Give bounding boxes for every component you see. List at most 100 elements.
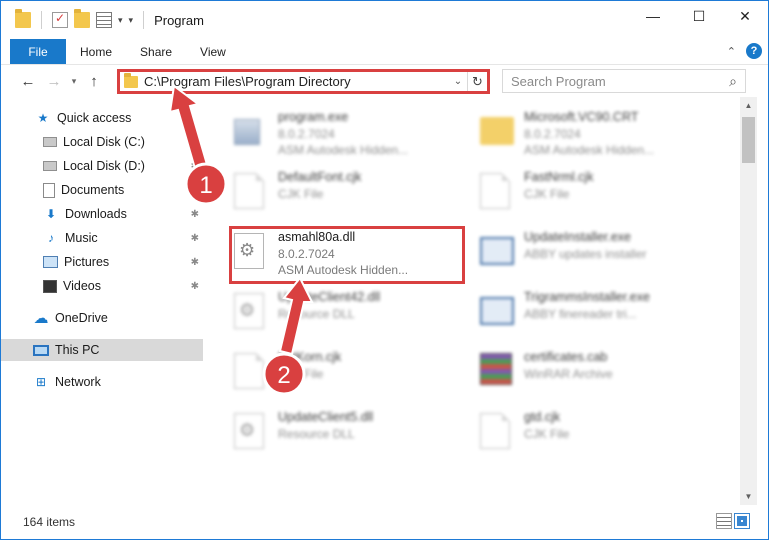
- file-item[interactable]: TrigrammsInstaller.exe ABBY finereader t…: [480, 287, 720, 343]
- file-item[interactable]: UpdateClient5.dll Resource DLL: [234, 407, 474, 463]
- details-view-icon[interactable]: [716, 513, 732, 529]
- pin-icon: ✱: [190, 184, 199, 196]
- file-item[interactable]: certificates.cab WinRAR Archive: [480, 347, 720, 403]
- file-type: Resource DLL: [278, 307, 355, 321]
- file-name: Microsoft.VC90.CRT: [524, 110, 639, 124]
- navigation-bar: ← → ▾ ↑ C:\Program Files\Program Directo…: [1, 65, 768, 97]
- file-type: CJK File: [524, 187, 570, 201]
- toolbar-divider: [143, 11, 145, 29]
- file-type: CJK File: [278, 367, 324, 381]
- sidebar-item-label: Documents: [61, 183, 125, 197]
- vertical-scrollbar[interactable]: ▲ ▼: [740, 97, 757, 505]
- chevron-down-icon[interactable]: ▾: [118, 15, 123, 26]
- sidebar-item-local-disk-c[interactable]: Local Disk (C:) ✱: [1, 131, 203, 153]
- file-item[interactable]: FastNrml.cjk CJK File: [480, 167, 720, 223]
- window-title: Program: [154, 12, 204, 28]
- pin-icon: ✱: [190, 232, 199, 244]
- tab-home[interactable]: Home: [66, 39, 126, 64]
- file-icon: [480, 413, 510, 449]
- file-icon: [480, 173, 510, 209]
- file-name: FntKorn.cjk: [278, 350, 342, 364]
- file-item[interactable]: Microsoft.VC90.CRT 8.0.2.7024 ASM Autode…: [480, 107, 720, 163]
- sidebar-item-documents[interactable]: Documents ✱: [1, 179, 203, 201]
- file-item[interactable]: program.exe 8.0.2.7024 ASM Autodesk Hidd…: [234, 107, 474, 163]
- sidebar-item-downloads[interactable]: ⬇ Downloads ✱: [1, 203, 203, 225]
- forward-arrow-icon[interactable]: →: [41, 68, 67, 94]
- downloads-icon: ⬇: [45, 207, 57, 221]
- file-name: UpdateClient42.dll: [278, 290, 381, 304]
- file-version: 8.0.2.7024: [278, 127, 335, 141]
- properties-icon[interactable]: [52, 11, 68, 28]
- file-description: ABBY updates installer: [524, 247, 647, 261]
- search-icon[interactable]: ⌕: [721, 73, 745, 90]
- chevron-up-icon[interactable]: ⌃: [727, 45, 736, 58]
- sidebar-item-onedrive[interactable]: ☁ OneDrive: [1, 307, 203, 329]
- star-icon: ★: [37, 111, 49, 125]
- quick-access-toolbar: ▾ ▾: [1, 1, 148, 39]
- customize-toolbar-icon[interactable]: ▾: [129, 15, 134, 26]
- sidebar-item-local-disk-d[interactable]: Local Disk (D:) ✱: [1, 155, 203, 177]
- scroll-thumb[interactable]: [742, 117, 755, 163]
- pin-icon: ✱: [190, 280, 199, 292]
- sidebar-item-quick-access[interactable]: ★ Quick access: [1, 107, 203, 129]
- folder-icon[interactable]: [15, 9, 31, 28]
- sidebar-item-videos[interactable]: Videos ✱: [1, 275, 203, 297]
- sidebar-item-pictures[interactable]: Pictures ✱: [1, 251, 203, 273]
- installer-icon: [480, 297, 514, 325]
- toolbar-divider: [41, 11, 42, 29]
- tab-file[interactable]: File: [10, 39, 66, 64]
- tab-share[interactable]: Share: [126, 39, 186, 64]
- file-type: CJK File: [524, 427, 570, 441]
- maximize-button[interactable]: ☐: [676, 1, 722, 31]
- ribbon-tabs: File Home Share View ⌃ ?: [1, 39, 768, 65]
- scroll-up-icon[interactable]: ▲: [740, 97, 757, 114]
- status-bar: 164 items: [1, 505, 768, 539]
- view-options-icon[interactable]: [96, 12, 112, 28]
- file-item[interactable]: UpdateInstaller.exe ABBY updates install…: [480, 227, 720, 283]
- new-folder-icon[interactable]: [74, 9, 90, 28]
- pictures-icon: [43, 256, 58, 268]
- sidebar-item-music[interactable]: ♪ Music ✱: [1, 227, 203, 249]
- file-item[interactable]: UpdateClient42.dll Resource DLL: [234, 287, 474, 343]
- file-item[interactable]: gtd.cjk CJK File: [480, 407, 720, 463]
- sidebar-item-network[interactable]: ⊞ Network: [1, 371, 203, 393]
- search-input[interactable]: Search Program: [511, 74, 721, 89]
- file-item[interactable]: DefaultFont.cjk CJK File: [234, 167, 474, 223]
- explorer-window: ▾ ▾ Program — ☐ ✕ File Home Share View ⌃…: [0, 0, 769, 540]
- file-list: program.exe 8.0.2.7024 ASM Autodesk Hidd…: [206, 101, 740, 501]
- file-item[interactable]: FntKorn.cjk CJK File: [234, 347, 474, 403]
- network-icon: ⊞: [35, 375, 47, 389]
- videos-icon: [43, 279, 57, 293]
- scroll-down-icon[interactable]: ▼: [740, 488, 757, 505]
- sidebar-item-label: OneDrive: [55, 311, 108, 325]
- pin-icon: ✱: [190, 256, 199, 268]
- up-arrow-icon[interactable]: ↑: [81, 68, 107, 94]
- recent-locations-icon[interactable]: ▾: [67, 68, 81, 94]
- address-path[interactable]: C:\Program Files\Program Directory: [144, 74, 449, 89]
- refresh-icon[interactable]: ↻: [467, 72, 487, 91]
- sidebar-item-label: Music: [65, 231, 98, 245]
- close-button[interactable]: ✕: [722, 1, 768, 31]
- tab-view[interactable]: View: [186, 39, 240, 64]
- file-name: gtd.cjk: [524, 410, 561, 424]
- dll-icon: [234, 413, 264, 449]
- chevron-down-icon[interactable]: ⌄: [449, 76, 467, 87]
- file-type: CJK File: [278, 187, 324, 201]
- sidebar-item-this-pc[interactable]: This PC: [1, 339, 203, 361]
- sidebar-item-label: Videos: [63, 279, 101, 293]
- help-icon[interactable]: ?: [746, 43, 762, 59]
- minimize-button[interactable]: —: [630, 1, 676, 31]
- view-switcher: [716, 513, 750, 529]
- tiles-view-icon[interactable]: [734, 513, 750, 529]
- search-box[interactable]: Search Program ⌕: [502, 69, 746, 93]
- back-arrow-icon[interactable]: ←: [15, 68, 41, 94]
- music-icon: ♪: [48, 231, 54, 245]
- ribbon-right: ⌃ ?: [727, 43, 762, 59]
- file-description: ASM Autodesk Hidden...: [524, 143, 655, 157]
- file-description: ASM Autodesk Hidden...: [278, 143, 409, 157]
- archive-icon: [480, 353, 512, 385]
- file-version: 8.0.2.7024: [524, 127, 581, 141]
- address-bar[interactable]: C:\Program Files\Program Directory ⌄ ↻: [117, 69, 490, 94]
- title-bar: ▾ ▾ Program — ☐ ✕: [1, 1, 768, 39]
- sidebar-item-label: Quick access: [57, 111, 132, 125]
